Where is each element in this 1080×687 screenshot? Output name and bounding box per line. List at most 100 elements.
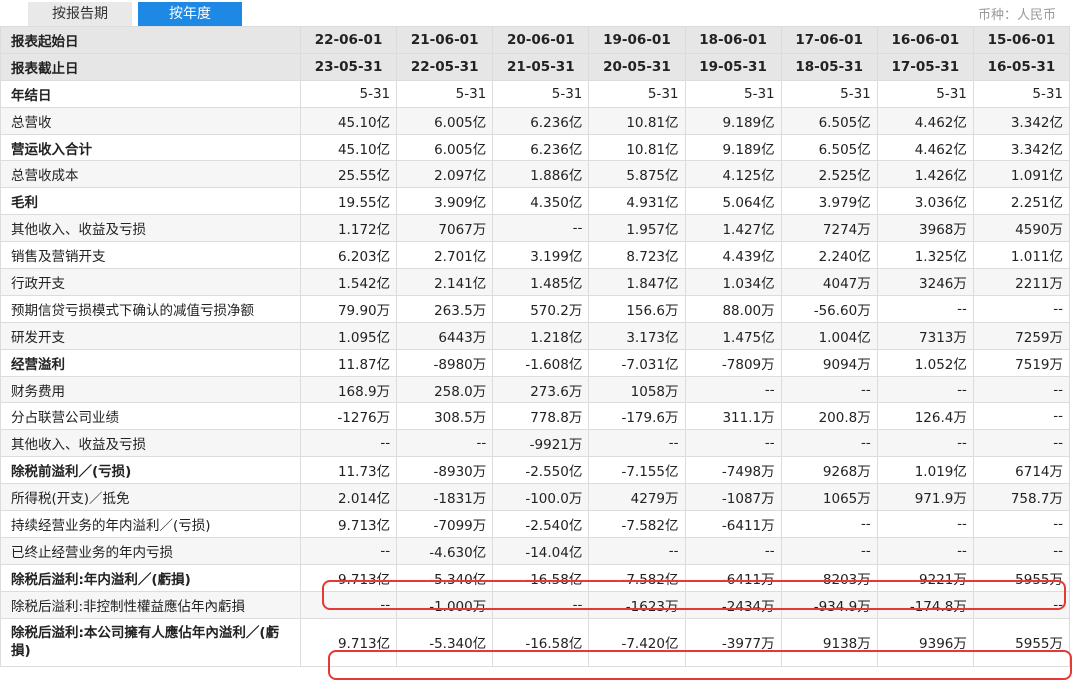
cell-value: 2.097亿 (396, 160, 494, 189)
table-row: 销售及营销开支 6.203亿 2.701亿 3.199亿 8.723亿 4.439亿 2.2… (0, 241, 1071, 270)
cell-value: 4279万 (588, 483, 686, 512)
row-label: 其他收入、收益及亏损 (0, 429, 301, 458)
cell-value: 1.426亿 (876, 160, 974, 189)
cell-value: 1.011亿 (972, 241, 1071, 270)
cell-value: 5-31 (492, 79, 590, 108)
cell-value: -8930万 (396, 456, 494, 485)
cell-value: 1058万 (588, 375, 686, 404)
row-label: 年结日 (0, 79, 301, 108)
table-row: 毛利 19.55亿 3.909亿 4.350亿 4.931亿 5.064亿 3.979亿 3.… (0, 187, 1071, 216)
cell-value: 1.034亿 (684, 268, 782, 296)
cell-value: -8980万 (396, 348, 494, 377)
cell-value: -7.420亿 (588, 617, 686, 667)
cell-value: 3.342亿 (972, 133, 1071, 162)
cell-value: 19-05-31 (684, 52, 782, 81)
cell-value: 4.350亿 (492, 187, 590, 216)
row-label: 除税前溢利／(亏损) (0, 456, 301, 485)
cell-value: -6411万 (684, 510, 782, 538)
cell-value: 7259万 (972, 321, 1071, 350)
cell-value: 4047万 (780, 268, 878, 296)
table-row: 总营收成本 25.55亿 2.097亿 1.886亿 5.875亿 4.125亿 2.525… (0, 160, 1071, 189)
cell-value: -7.582亿 (588, 510, 686, 538)
cell-value: 3.173亿 (588, 321, 686, 350)
cell-value: -- (972, 590, 1071, 619)
cell-value: 5955万 (972, 617, 1071, 667)
cell-value: 1.427亿 (684, 214, 782, 243)
table-row: 其他收入、收益及亏损 -- -- -9921万 -- -- -- -- -- (0, 429, 1071, 458)
cell-value: 1.172亿 (299, 214, 398, 243)
cell-value: -16.58亿 (492, 563, 590, 592)
cell-value: 273.6万 (492, 375, 590, 404)
table-row: 除税后溢利:本公司擁有人應佔年內溢利／(虧損) 9.713亿 -5.340亿 -16.… (0, 617, 1071, 667)
cell-value: 1.325亿 (876, 241, 974, 270)
cell-value: -- (492, 590, 590, 619)
cell-value: 18-06-01 (684, 26, 782, 54)
cell-value: 1.886亿 (492, 160, 590, 189)
financial-table: 报表起始日 22-06-01 21-06-01 20-06-01 19-06-01 18-… (0, 26, 1071, 667)
cell-value: 1.957亿 (588, 214, 686, 243)
cell-value: 18-05-31 (780, 52, 878, 81)
cell-value: -- (396, 429, 494, 458)
cell-value: 23-05-31 (299, 52, 398, 81)
cell-value: 10.81亿 (588, 133, 686, 162)
cell-value: 2211万 (972, 268, 1071, 296)
cell-value: 5-31 (780, 79, 878, 108)
cell-value: -- (588, 429, 686, 458)
cell-value: 9221万 (876, 563, 974, 592)
cell-value: 308.5万 (396, 402, 494, 431)
cell-value: 1.218亿 (492, 321, 590, 350)
cell-value: -7809万 (684, 348, 782, 377)
table-row: 除税前溢利／(亏损) 11.73亿 -8930万 -2.550亿 -7.155亿 -749… (0, 456, 1071, 485)
cell-value: 8.723亿 (588, 241, 686, 270)
cell-value: 263.5万 (396, 294, 494, 323)
cell-value: 3.199亿 (492, 241, 590, 270)
cell-value: 4590万 (972, 214, 1071, 243)
cell-value: 16-05-31 (972, 52, 1071, 81)
row-label: 财务费用 (0, 375, 301, 404)
cell-value: 6.203亿 (299, 241, 398, 270)
cell-value: 9268万 (780, 456, 878, 485)
cell-value: -3977万 (684, 617, 782, 667)
cell-value: -- (780, 375, 878, 404)
cell-value: 2.141亿 (396, 268, 494, 296)
row-label: 营运收入合计 (0, 133, 301, 162)
table-row: 经营溢利 11.87亿 -8980万 -1.608亿 -7.031亿 -7809万 9094… (0, 348, 1071, 377)
cell-value: -2434万 (684, 590, 782, 619)
cell-value: -- (299, 429, 398, 458)
cell-value: 25.55亿 (299, 160, 398, 189)
cell-value: 2.014亿 (299, 483, 398, 512)
cell-value: -- (299, 590, 398, 619)
cell-value: 6.236亿 (492, 106, 590, 135)
tab-by-period[interactable]: 按报告期 (28, 2, 132, 26)
cell-value: 3.036亿 (876, 187, 974, 216)
cell-value: 5.875亿 (588, 160, 686, 189)
cell-value: 3.909亿 (396, 187, 494, 216)
cell-value: -- (780, 429, 878, 458)
row-label: 总营收 (0, 106, 301, 135)
cell-value: 4.931亿 (588, 187, 686, 216)
cell-value: 45.10亿 (299, 106, 398, 135)
cell-value: 20-06-01 (492, 26, 590, 54)
table-row: 其他收入、收益及亏损 1.172亿 7067万 -- 1.957亿 1.427亿 7274万… (0, 214, 1071, 243)
table-row: 研发开支 1.095亿 6443万 1.218亿 3.173亿 1.475亿 1.004亿 7… (0, 321, 1071, 350)
cell-value: 1065万 (780, 483, 878, 512)
cell-value: -- (876, 429, 974, 458)
cell-value: -4.630亿 (396, 536, 494, 565)
cell-value: 2.701亿 (396, 241, 494, 270)
cell-value: 9.713亿 (299, 617, 398, 667)
row-label: 经营溢利 (0, 348, 301, 377)
cell-value: 9.713亿 (299, 563, 398, 592)
cell-value: 17-06-01 (780, 26, 878, 54)
cell-value: 9.189亿 (684, 133, 782, 162)
cell-value: 258.0万 (396, 375, 494, 404)
cell-value: 4.439亿 (684, 241, 782, 270)
cell-value: 9396万 (876, 617, 974, 667)
row-label: 除税后溢利:年内溢利／(虧損) (0, 563, 301, 592)
table-row: 总营收 45.10亿 6.005亿 6.236亿 10.81亿 9.189亿 6.505亿 4… (0, 106, 1071, 135)
cell-value: 9094万 (780, 348, 878, 377)
cell-value: -1087万 (684, 483, 782, 512)
cell-value: 1.095亿 (299, 321, 398, 350)
row-label: 除税后溢利:非控制性權益應佔年內虧損 (0, 590, 301, 619)
tab-by-year[interactable]: 按年度 (138, 2, 242, 26)
cell-value: 7274万 (780, 214, 878, 243)
